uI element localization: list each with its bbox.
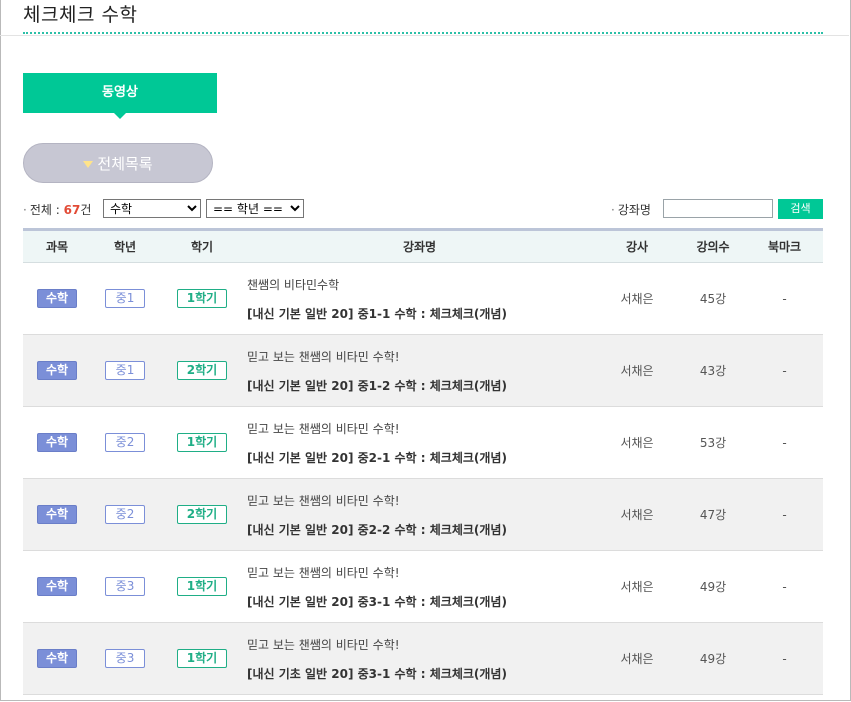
header-course-title: 강좌명 [245, 229, 594, 263]
header-teacher: 강사 [594, 229, 680, 263]
course-title-link[interactable]: [내신 기본 일반 20] 중3-1 수학 : 체크체크(개념) [247, 593, 594, 610]
course-subtitle: 믿고 보는 챈쌤의 비타민 수학! [247, 565, 400, 580]
subject-badge: 수학 [37, 433, 77, 452]
page-title: 체크체크 수학 [23, 4, 138, 26]
header-divider [0, 35, 849, 36]
lecture-count: 43강 [699, 364, 727, 378]
lecture-count: 45강 [699, 292, 727, 306]
course-subtitle: 챈쌤의 비타민수학 [247, 277, 340, 292]
tab-active-pointer [114, 113, 126, 119]
lecture-count: 49강 [699, 652, 727, 666]
subject-badge: 수학 [37, 649, 77, 668]
course-title-cell[interactable]: 믿고 보는 챈쌤의 비타민 수학! [내신 기초 일반 20] 중3-1 수학 … [245, 623, 594, 695]
course-subtitle: 믿고 보는 챈쌤의 비타민 수학! [247, 421, 400, 436]
term-badge: 1학기 [177, 577, 227, 596]
grade-badge: 중3 [105, 577, 145, 596]
teacher-name: 서채은 [620, 580, 654, 594]
course-title-cell[interactable]: 믿고 보는 챈쌤의 비타민 수학! [내신 기본 일반 20] 중1-2 수학 … [245, 335, 594, 407]
course-title-cell[interactable]: 믿고 보는 챈쌤의 비타민 수학! [내신 기본 일반 20] 중2-2 수학 … [245, 479, 594, 551]
grade-badge: 중3 [105, 649, 145, 668]
triangle-down-icon [83, 161, 94, 168]
term-badge: 2학기 [177, 505, 227, 524]
grade-select[interactable]: == 학년 == [206, 199, 304, 218]
total-count: 67 [63, 203, 81, 217]
table-row[interactable]: 수학 중3 1학기 믿고 보는 챈쌤의 비타민 수학! [내신 기초 일반 20… [23, 622, 823, 695]
course-title-link[interactable]: [내신 기본 일반 20] 중2-1 수학 : 체크체크(개념) [247, 449, 594, 466]
search-label: 강좌명 [617, 203, 651, 217]
bookmark-cell[interactable]: - [746, 551, 823, 623]
course-title-link[interactable]: [내신 기본 일반 20] 중1-2 수학 : 체크체크(개념) [247, 377, 594, 394]
grade-badge: 중2 [105, 505, 145, 524]
header-grade: 학년 [91, 229, 159, 263]
subject-badge: 수학 [37, 577, 77, 596]
table-row[interactable]: 수학 중2 2학기 믿고 보는 챈쌤의 비타민 수학! [내신 기본 일반 20… [23, 478, 823, 551]
course-title-cell[interactable]: 믿고 보는 챈쌤의 비타민 수학! [내신 기본 일반 20] 중3-1 수학 … [245, 551, 594, 623]
course-title-link[interactable]: [내신 기본 일반 20] 중1-1 수학 : 체크체크(개념) [247, 305, 594, 322]
search-label-wrap: · 강좌명 [611, 203, 651, 217]
header-subject: 과목 [23, 229, 91, 263]
tab-video-label: 동영상 [102, 85, 138, 100]
bookmark-cell[interactable]: - [746, 263, 823, 335]
filter-bar: · 전체 : 67건 수학 == 학년 == · 강좌명 검색 [23, 198, 823, 220]
table-row[interactable]: 수학 중2 1학기 믿고 보는 챈쌤의 비타민 수학! [내신 기본 일반 20… [23, 407, 823, 479]
teacher-name: 서채은 [620, 436, 654, 450]
header-bookmark: 북마크 [746, 229, 823, 263]
table-row[interactable]: 수학 중1 1학기 챈쌤의 비타민수학 [내신 기본 일반 20] 중1-1 수… [23, 263, 823, 335]
lecture-count: 53강 [699, 436, 727, 450]
term-badge: 2학기 [177, 361, 227, 380]
course-title-cell[interactable]: 챈쌤의 비타민수학 [내신 기본 일반 20] 중1-1 수학 : 체크체크(개… [245, 263, 594, 335]
total-unit: 건 [80, 203, 92, 217]
teacher-name: 서채은 [620, 508, 654, 522]
bookmark-cell[interactable]: - [746, 407, 823, 479]
grade-badge: 중1 [105, 289, 145, 308]
teacher-name: 서채은 [620, 364, 654, 378]
all-list-label: 전체목록 [97, 155, 153, 173]
term-badge: 1학기 [177, 433, 227, 452]
teacher-name: 서채은 [620, 652, 654, 666]
course-subtitle: 믿고 보는 챈쌤의 비타민 수학! [247, 637, 400, 652]
subject-badge: 수학 [37, 361, 77, 380]
course-search-input[interactable] [663, 199, 773, 218]
term-badge: 1학기 [177, 289, 227, 308]
total-label: 전체 : [29, 203, 60, 217]
course-table: 과목 학년 학기 강좌명 강사 강의수 북마크 수학 중1 1학기 챈쌤의 비타… [23, 228, 823, 695]
title-divider [23, 32, 823, 34]
bookmark-cell[interactable]: - [746, 479, 823, 551]
bookmark-cell[interactable]: - [746, 335, 823, 407]
course-title-link[interactable]: [내신 기본 일반 20] 중2-2 수학 : 체크체크(개념) [247, 521, 594, 538]
all-list-button[interactable]: 전체목록 [23, 143, 213, 183]
table-header-row: 과목 학년 학기 강좌명 강사 강의수 북마크 [23, 229, 823, 263]
total-count-label: · 전체 : 67건 [23, 203, 92, 217]
header-term: 학기 [159, 229, 245, 263]
course-subtitle: 믿고 보는 챈쌤의 비타민 수학! [247, 493, 400, 508]
lecture-count: 47강 [699, 508, 727, 522]
term-badge: 1학기 [177, 649, 227, 668]
grade-badge: 중1 [105, 361, 145, 380]
tab-video[interactable]: 동영상 [23, 73, 217, 119]
lecture-count: 49강 [699, 580, 727, 594]
course-title-link[interactable]: [내신 기초 일반 20] 중3-1 수학 : 체크체크(개념) [247, 665, 594, 682]
table-row[interactable]: 수학 중1 2학기 믿고 보는 챈쌤의 비타민 수학! [내신 기본 일반 20… [23, 334, 823, 407]
bookmark-cell[interactable]: - [746, 623, 823, 695]
search-button[interactable]: 검색 [778, 199, 823, 219]
subject-badge: 수학 [37, 289, 77, 308]
grade-badge: 중2 [105, 433, 145, 452]
course-subtitle: 믿고 보는 챈쌤의 비타민 수학! [247, 349, 400, 364]
course-title-cell[interactable]: 믿고 보는 챈쌤의 비타민 수학! [내신 기본 일반 20] 중2-1 수학 … [245, 407, 594, 479]
subject-select[interactable]: 수학 [103, 199, 201, 218]
teacher-name: 서채은 [620, 292, 654, 306]
table-row[interactable]: 수학 중3 1학기 믿고 보는 챈쌤의 비타민 수학! [내신 기본 일반 20… [23, 551, 823, 623]
header-lecture-count: 강의수 [680, 229, 746, 263]
subject-badge: 수학 [37, 505, 77, 524]
